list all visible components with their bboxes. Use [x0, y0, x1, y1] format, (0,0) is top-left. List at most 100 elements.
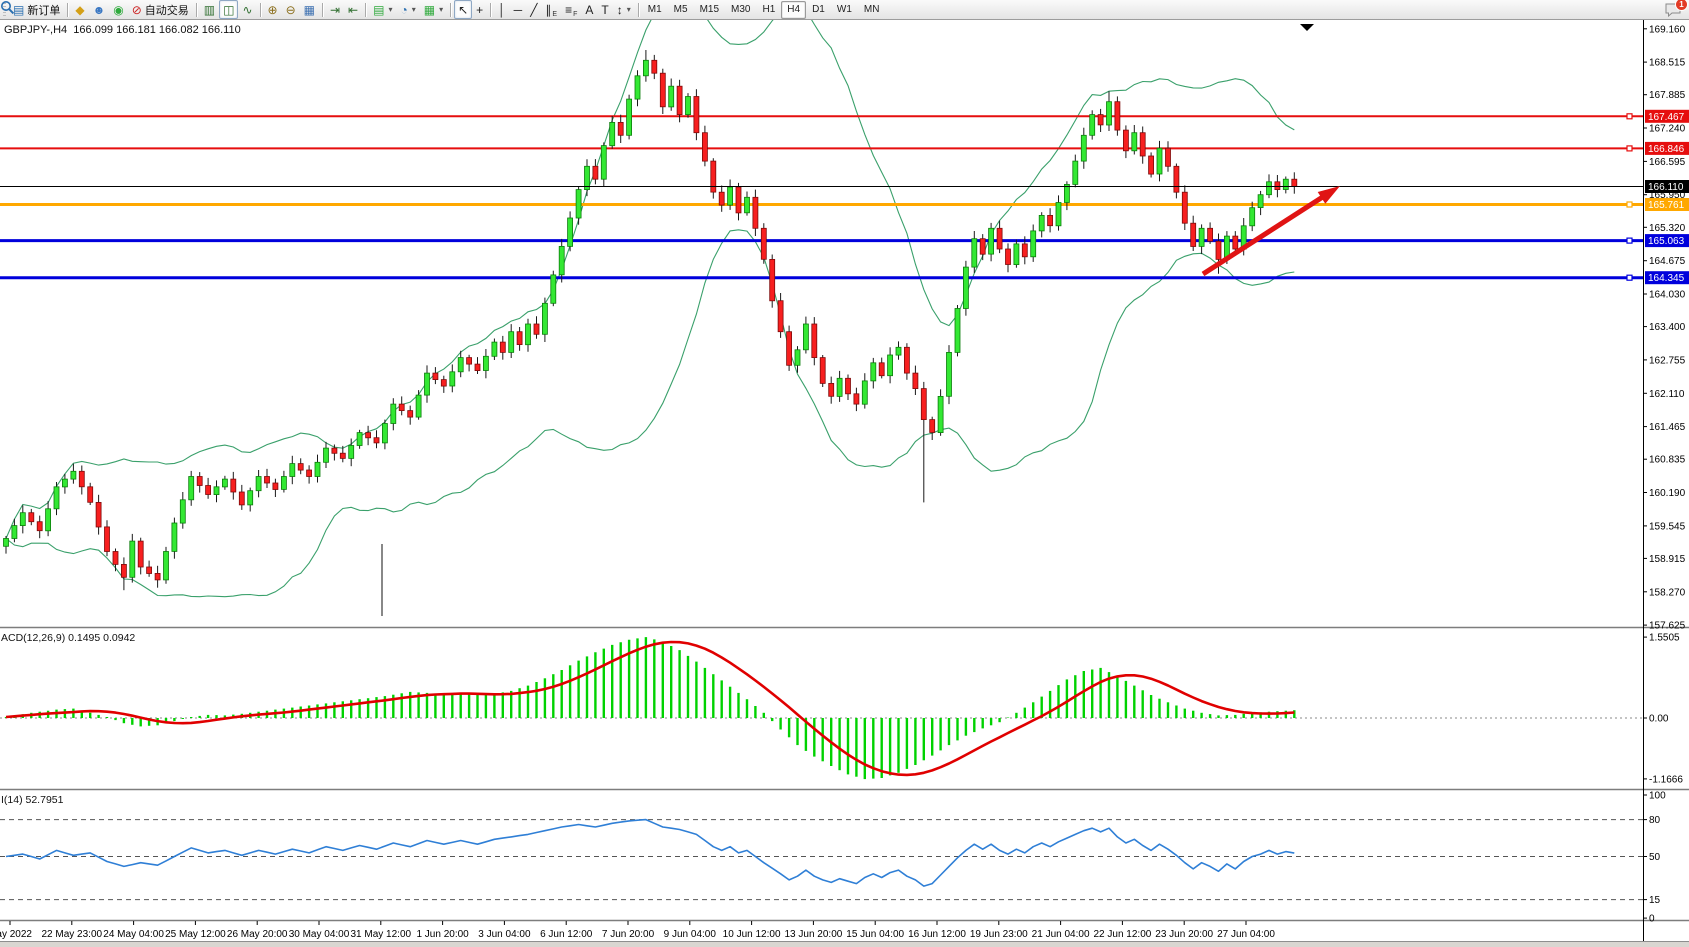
chart-canvas[interactable]: 169.160168.515167.885167.240166.595165.9… [0, 0, 1689, 947]
text-button[interactable]: A [581, 0, 597, 19]
candlestick-chart-button[interactable]: ◫ [219, 0, 238, 19]
svg-text:165.761: 165.761 [1648, 200, 1685, 211]
svg-text:169.160: 169.160 [1649, 24, 1686, 35]
community-button[interactable]: ☻ [89, 0, 110, 19]
new-template-icon: ▤ [373, 4, 384, 16]
zoom-in-button[interactable]: ⊕ [264, 0, 282, 19]
svg-text:13 Jun 20:00: 13 Jun 20:00 [784, 929, 842, 940]
chart-shift-icon: ⇤ [348, 4, 358, 16]
svg-text:3 Jun 04:00: 3 Jun 04:00 [478, 929, 531, 940]
hline-handle[interactable] [1627, 275, 1632, 280]
text-label-button[interactable]: T [597, 0, 612, 19]
price-line-label-165.761: 165.761 [1645, 198, 1689, 211]
chart-shift-button[interactable]: ⇤ [344, 0, 362, 19]
svg-text:22 Jun 12:00: 22 Jun 12:00 [1093, 929, 1151, 940]
timeframe-MN-button[interactable]: MN [858, 1, 886, 19]
equidistant-channel-icon: ∥ [545, 4, 551, 16]
signals-button[interactable]: ◉ [109, 0, 127, 19]
hline-handle[interactable] [1627, 146, 1632, 151]
fibonacci-icon: ≡ [565, 4, 572, 16]
svg-text:166.110: 166.110 [1648, 182, 1684, 193]
new-template-dropdown-icon[interactable]: ▾ [388, 5, 392, 14]
hline-handle[interactable] [1627, 238, 1632, 243]
zoom-in-icon: ⊕ [268, 4, 278, 16]
crosshair-button[interactable]: + [472, 0, 487, 19]
zoom-out-icon: ⊖ [286, 4, 296, 16]
new-order-button[interactable]: ▤新订单 [9, 0, 64, 19]
toolbar-separator [365, 3, 366, 17]
autotrade-button[interactable]: ⊘自动交易 [128, 0, 193, 19]
market-gold-icon: ◆ [75, 4, 84, 16]
profiles-icon: ▦ [424, 4, 435, 16]
fibonacci-button[interactable]: ≡F [561, 0, 581, 19]
arrows-dropdown-icon[interactable]: ▾ [627, 5, 631, 14]
periods-clock-icon: ◔ [400, 4, 407, 16]
new-template-button[interactable]: ▤▾ [369, 0, 396, 19]
chat-notification-button[interactable]: 1 [1665, 3, 1681, 17]
svg-text:80: 80 [1649, 815, 1661, 826]
svg-text:50: 50 [1649, 852, 1661, 863]
trendline-button[interactable]: ╱ [526, 0, 541, 19]
svg-text:7 Jun 20:00: 7 Jun 20:00 [602, 929, 655, 940]
hline-handle[interactable] [1627, 114, 1632, 119]
periods-clock-dropdown-icon[interactable]: ▾ [412, 5, 416, 14]
timeframe-D1-button[interactable]: D1 [806, 1, 831, 19]
symbol-ohlc-line: GBPJPY-,H4 166.099 166.181 166.082 166.1… [4, 24, 241, 36]
timeframe-H1-button[interactable]: H1 [756, 1, 781, 19]
horizontal-line-button[interactable]: ─ [510, 0, 527, 19]
timeframe-group: M1M5M15M30H1H4D1W1MN [642, 1, 886, 19]
timeframe-M5-button[interactable]: M5 [668, 1, 694, 19]
svg-text:22 May 23:00: 22 May 23:00 [41, 929, 102, 940]
svg-text:1 Jun 20:00: 1 Jun 20:00 [416, 929, 469, 940]
arrows-button[interactable]: ↕▾ [613, 0, 635, 19]
macd-indicator-label: ACD(12,26,9) 0.1495 0.0942 [1, 632, 135, 644]
svg-text:May 2022: May 2022 [0, 929, 32, 940]
notification-badge: 1 [1675, 0, 1688, 11]
price-line-label-165.063: 165.063 [1645, 234, 1689, 247]
market-gold-button[interactable]: ◆ [71, 0, 88, 19]
price-line-label-164.345: 164.345 [1645, 271, 1689, 284]
svg-text:168.515: 168.515 [1649, 58, 1686, 69]
timeframe-M15-button[interactable]: M15 [694, 1, 725, 19]
auto-scroll-button[interactable]: ⇥ [326, 0, 344, 19]
bar-chart-button[interactable]: ▥ [200, 0, 219, 19]
community-icon: ☻ [93, 4, 106, 16]
periods-clock-button[interactable]: ◔▾ [396, 0, 419, 19]
svg-text:161.465: 161.465 [1649, 422, 1686, 433]
svg-text:157.625: 157.625 [1649, 621, 1686, 632]
search-icon[interactable] [0, 0, 15, 15]
equidistant-channel-button[interactable]: ∥E [541, 0, 561, 19]
svg-text:30 May 04:00: 30 May 04:00 [289, 929, 350, 940]
equidistant-channel-sub-label: E [552, 11, 557, 18]
fibonacci-sub-label: F [573, 11, 577, 18]
zoom-out-button[interactable]: ⊖ [282, 0, 300, 19]
svg-text:0: 0 [1649, 914, 1655, 925]
hline-handle[interactable] [1627, 202, 1632, 207]
svg-text:167.240: 167.240 [1649, 124, 1686, 135]
bar-chart-icon: ▥ [204, 4, 215, 16]
svg-text:25 May 12:00: 25 May 12:00 [165, 929, 226, 940]
svg-text:159.545: 159.545 [1649, 521, 1686, 532]
vertical-line-button[interactable]: │ [494, 0, 510, 19]
tile-windows-icon: ▦ [304, 4, 315, 16]
trendline-icon: ╱ [530, 4, 537, 16]
timeframe-M30-button[interactable]: M30 [725, 1, 756, 19]
toolbar: ▤新订单◆☻◉⊘自动交易▥◫∿⊕⊖▦⇥⇤▤▾◔▾▦▾↖+│─╱∥E≡FAT↕▾ … [0, 0, 1689, 20]
svg-text:167.467: 167.467 [1648, 112, 1685, 123]
line-chart-button[interactable]: ∿ [238, 0, 256, 19]
profiles-button[interactable]: ▦▾ [420, 0, 447, 19]
text-icon: A [585, 4, 593, 16]
timeframe-H4-button[interactable]: H4 [781, 1, 806, 19]
crosshair-icon: + [476, 4, 483, 16]
timeframe-M1-button[interactable]: M1 [642, 1, 668, 19]
svg-text:26 May 20:00: 26 May 20:00 [227, 929, 288, 940]
signals-icon: ◉ [113, 4, 123, 16]
cursor-button[interactable]: ↖ [454, 0, 472, 19]
tile-windows-button[interactable]: ▦ [300, 0, 319, 19]
autotrade-icon: ⊘ [132, 4, 142, 16]
profiles-dropdown-icon[interactable]: ▾ [439, 5, 443, 14]
price-line-label-166.846: 166.846 [1645, 142, 1689, 155]
toolbar-separator [322, 3, 323, 17]
svg-text:9 Jun 04:00: 9 Jun 04:00 [664, 929, 717, 940]
timeframe-W1-button[interactable]: W1 [831, 1, 858, 19]
